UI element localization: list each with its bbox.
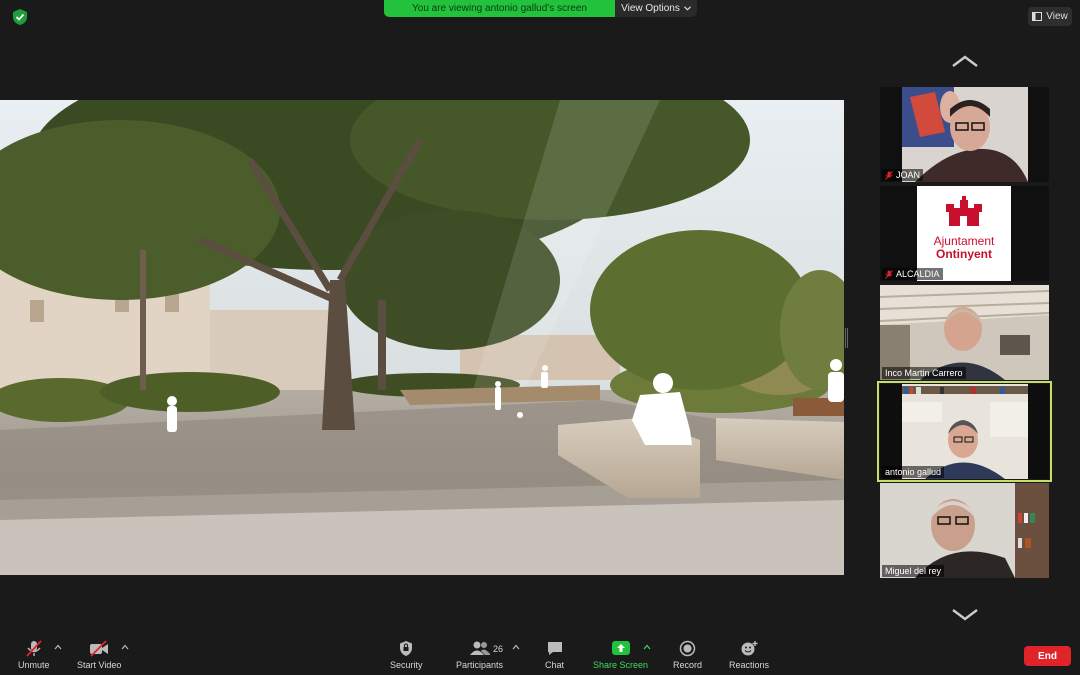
- chevron-down-icon: [683, 6, 691, 11]
- participant-video-miguel: [880, 483, 1049, 578]
- meeting-toolbar: Unmute Start Video Security Participants…: [0, 636, 1080, 675]
- participant-video-antonio: [880, 384, 1049, 479]
- share-options-caret-icon[interactable]: [643, 644, 651, 650]
- logo-text: Ajuntament Ontinyent: [917, 235, 1011, 261]
- participant-tile-inco[interactable]: Inco Martin Carrero: [880, 285, 1049, 380]
- muted-microphone-icon: [26, 640, 42, 657]
- view-options-button[interactable]: View Options: [615, 0, 697, 17]
- participant-name-tag: antonio gallud: [882, 466, 945, 478]
- participant-tile-joan[interactable]: JOAN: [880, 87, 1049, 182]
- view-layout-button[interactable]: View: [1028, 7, 1072, 26]
- reactions-smiley-icon: [741, 641, 758, 656]
- start-video-label: Start Video: [77, 660, 122, 670]
- grid-layout-icon: [1032, 12, 1043, 21]
- unmute-button[interactable]: Unmute: [18, 640, 50, 670]
- chevron-up-icon[interactable]: [951, 54, 979, 68]
- participant-tile-miguel[interactable]: Miguel del rey: [880, 483, 1049, 578]
- participant-name-tag: Miguel del rey: [882, 565, 945, 577]
- screen-share-banner: You are viewing antonio gallud's screen …: [384, 0, 697, 17]
- plaza-render-image: [0, 100, 844, 575]
- end-meeting-button[interactable]: End: [1024, 646, 1071, 666]
- participant-name: JOAN: [896, 170, 921, 180]
- video-off-icon: [90, 640, 109, 657]
- chat-label: Chat: [545, 660, 565, 670]
- participants-count: 26: [493, 644, 504, 654]
- participant-name-tag: JOAN: [882, 169, 924, 181]
- reactions-label: Reactions: [729, 660, 770, 670]
- chat-bubble-icon: [547, 642, 562, 655]
- security-label: Security: [390, 660, 423, 670]
- participant-name: Miguel del rey: [885, 566, 942, 576]
- record-button[interactable]: Record: [673, 640, 702, 670]
- participant-name-tag: Inco Martin Carrero: [882, 367, 966, 379]
- shared-screen-view: [0, 100, 844, 575]
- participant-tile-antonio-gallud[interactable]: antonio gallud: [877, 381, 1052, 482]
- chevron-down-icon[interactable]: [951, 608, 979, 622]
- participant-name: antonio gallud: [885, 467, 942, 477]
- view-options-label: View Options: [621, 3, 680, 14]
- participants-label: Participants: [456, 660, 504, 670]
- shield-icon: [400, 641, 413, 656]
- muted-mic-icon: [885, 269, 893, 279]
- share-screen-icon: [611, 641, 630, 655]
- record-label: Record: [673, 660, 703, 670]
- record-icon: [679, 640, 696, 657]
- view-label: View: [1046, 11, 1068, 22]
- security-button[interactable]: Security: [390, 640, 423, 670]
- panel-resize-handle[interactable]: [845, 328, 848, 348]
- participant-tile-alcaldia[interactable]: Ajuntament Ontinyent ALCALDIA: [880, 186, 1049, 281]
- share-screen-button[interactable]: Share Screen: [593, 640, 648, 670]
- video-options-caret-icon[interactable]: [121, 644, 129, 650]
- muted-mic-icon: [885, 170, 893, 180]
- participant-name: ALCALDIA: [896, 269, 940, 279]
- participant-video-joan: [880, 87, 1049, 182]
- unmute-label: Unmute: [18, 660, 50, 670]
- participants-options-caret-icon[interactable]: [512, 644, 520, 650]
- logo-line-ontinyent: Ontinyent: [936, 247, 992, 261]
- viewing-screen-label: You are viewing antonio gallud's screen: [384, 0, 615, 17]
- participant-name: Inco Martin Carrero: [885, 368, 963, 378]
- participant-video-inco: [880, 285, 1049, 380]
- start-video-button[interactable]: Start Video: [77, 640, 121, 670]
- participants-icon: [469, 641, 490, 655]
- encryption-shield-icon[interactable]: [11, 8, 29, 26]
- participant-name-tag: ALCALDIA: [882, 268, 943, 280]
- audio-options-caret-icon[interactable]: [54, 644, 62, 650]
- chat-button[interactable]: Chat: [545, 640, 564, 670]
- reactions-button[interactable]: Reactions: [729, 640, 769, 670]
- share-screen-label: Share Screen: [593, 660, 649, 670]
